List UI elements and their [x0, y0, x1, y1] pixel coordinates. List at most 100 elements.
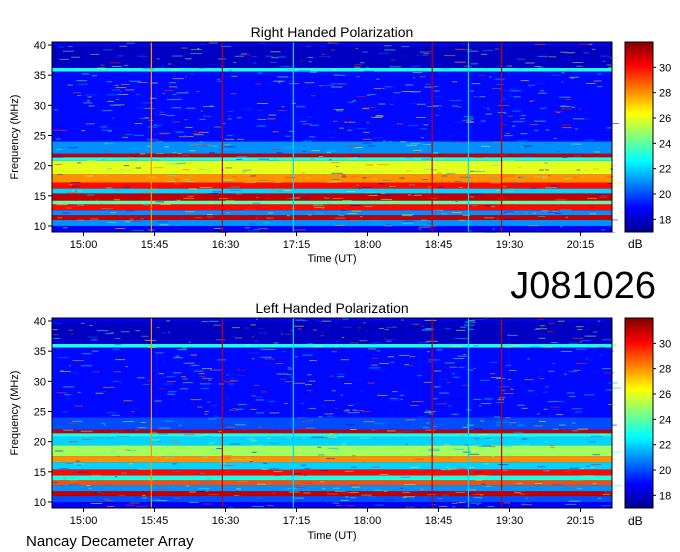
noise-pixel	[188, 135, 194, 137]
noise-pixel	[158, 373, 165, 375]
noise-pixel	[534, 483, 542, 485]
noise-pixel	[471, 83, 481, 85]
noise-pixel	[548, 370, 555, 372]
noise-pixel	[387, 356, 394, 358]
noise-pixel	[354, 64, 362, 66]
noise-pixel	[547, 447, 550, 449]
noise-pixel	[433, 503, 436, 505]
noise-pixel	[165, 376, 175, 378]
noise-pixel	[315, 320, 321, 322]
noise-pixel	[183, 197, 195, 199]
colorbar: 18202224262830	[624, 317, 671, 509]
noise-pixel	[329, 137, 337, 139]
noise-pixel	[343, 120, 353, 122]
noise-pixel	[597, 497, 602, 499]
noise-pixel	[416, 103, 426, 105]
noise-pixel	[480, 57, 489, 59]
noise-pixel	[575, 362, 587, 364]
noise-pixel	[308, 380, 316, 382]
noise-pixel	[495, 424, 502, 426]
noise-pixel	[71, 56, 80, 58]
noise-pixel	[111, 65, 122, 67]
noise-pixel	[125, 138, 128, 140]
noise-pixel	[327, 415, 334, 417]
noise-pixel	[318, 85, 324, 87]
noise-pixel	[362, 138, 372, 140]
noise-pixel	[479, 420, 485, 422]
noise-pixel	[201, 368, 212, 370]
noise-pixel	[433, 398, 438, 400]
noise-pixel	[162, 360, 167, 362]
noise-pixel	[359, 340, 368, 342]
noise-pixel	[236, 481, 248, 483]
x-tick-label: 18:45	[425, 515, 453, 527]
noise-pixel	[231, 453, 240, 455]
noise-pixel	[170, 69, 180, 71]
noise-pixel	[473, 345, 479, 347]
noise-pixel	[477, 92, 485, 94]
noise-pixel	[201, 456, 209, 458]
noise-pixel	[475, 479, 482, 481]
noise-pixel	[520, 444, 531, 446]
noise-pixel	[270, 112, 278, 114]
noise-pixel	[121, 472, 127, 474]
noise-pixel	[54, 482, 58, 484]
noise-pixel	[264, 197, 271, 199]
noise-pixel	[470, 63, 479, 65]
noise-pixel	[82, 102, 93, 104]
noise-pixel	[369, 367, 381, 369]
noise-pixel	[135, 505, 148, 507]
noise-pixel	[428, 359, 441, 361]
noise-pixel	[270, 478, 274, 480]
noise-pixel	[567, 52, 574, 54]
noise-pixel	[424, 410, 431, 412]
noise-pixel	[256, 396, 263, 398]
noise-pixel	[175, 224, 180, 226]
noise-pixel	[513, 431, 523, 433]
noise-pixel	[224, 146, 235, 148]
noise-pixel	[81, 438, 93, 440]
noise-pixel	[229, 409, 238, 411]
noise-pixel	[341, 337, 345, 339]
noise-pixel	[151, 188, 158, 190]
noise-pixel	[400, 141, 406, 143]
noise-pixel	[258, 179, 269, 181]
noise-pixel	[433, 475, 441, 477]
noise-pixel	[371, 178, 378, 180]
noise-pixel	[575, 326, 584, 328]
noise-pixel	[350, 429, 357, 431]
noise-pixel	[592, 454, 600, 456]
noise-pixel	[402, 55, 410, 57]
noise-pixel	[233, 62, 237, 64]
noise-pixel	[272, 148, 281, 150]
noise-pixel	[167, 331, 170, 333]
noise-pixel	[198, 477, 206, 479]
noise-pixel	[576, 65, 583, 67]
noise-pixel	[229, 378, 235, 380]
noise-pixel	[167, 393, 175, 395]
noise-pixel	[412, 400, 424, 402]
noise-pixel	[361, 494, 372, 496]
noise-pixel	[350, 491, 359, 493]
noise-pixel	[363, 107, 376, 109]
noise-pixel	[85, 123, 95, 125]
noise-pixel	[199, 186, 212, 188]
noise-pixel	[574, 176, 577, 178]
noise-pixel	[333, 68, 336, 70]
noise-pixel	[481, 483, 486, 485]
noise-pixel	[450, 346, 463, 348]
noise-pixel	[460, 366, 464, 368]
noise-pixel	[347, 213, 358, 215]
noise-pixel	[356, 128, 367, 130]
noise-pixel	[185, 90, 189, 92]
noise-pixel	[179, 424, 182, 426]
noise-pixel	[550, 350, 561, 352]
noise-pixel	[223, 381, 235, 383]
noise-pixel	[394, 399, 401, 401]
noise-pixel	[527, 61, 540, 63]
noise-pixel	[123, 64, 129, 66]
noise-pixel	[188, 188, 197, 190]
noise-pixel	[57, 46, 65, 48]
noise-pixel	[504, 454, 512, 456]
noise-pixel	[403, 431, 414, 433]
